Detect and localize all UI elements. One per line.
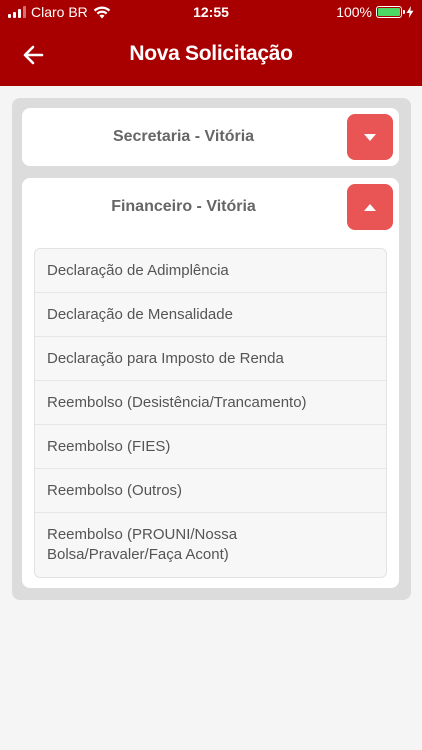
list-item[interactable]: Reembolso (PROUNI/Nossa Bolsa/Pravaler/F… [35,513,370,577]
collapse-button[interactable] [347,184,393,230]
section-secretaria[interactable]: Secretaria - Vitória [22,108,399,166]
app-header: Claro BR 12:55 100% Nova Solicitação [0,0,422,86]
list-item[interactable]: Reembolso (Outros) [35,469,386,513]
list-item[interactable]: Declaração de Adimplência [35,249,386,293]
section-financeiro: Financeiro - Vitória Declaração de Adimp… [22,178,399,588]
charging-bolt-icon [406,6,414,18]
chevron-up-icon [364,203,376,211]
list-item[interactable]: Reembolso (Desistência/Trancamento) [35,381,386,425]
request-type-list: Declaração de Adimplência Declaração de … [34,248,387,578]
sections-container: Secretaria - Vitória Financeiro - Vitóri… [12,98,411,600]
page-title: Nova Solicitação [129,42,293,65]
section-title: Financeiro - Vitória [111,198,256,215]
list-item[interactable]: Declaração de Mensalidade [35,293,386,337]
status-right: 100% [336,4,414,20]
status-bar: Claro BR 12:55 100% [0,0,422,24]
section-title: Secretaria - Vitória [112,128,255,145]
battery-icon [376,6,405,18]
chevron-down-icon [364,133,376,141]
battery-percent: 100% [336,4,372,20]
list-item[interactable]: Declaração para Imposto de Renda [35,337,386,381]
expand-button[interactable] [347,114,393,160]
list-item[interactable]: Reembolso (FIES) [35,425,386,469]
